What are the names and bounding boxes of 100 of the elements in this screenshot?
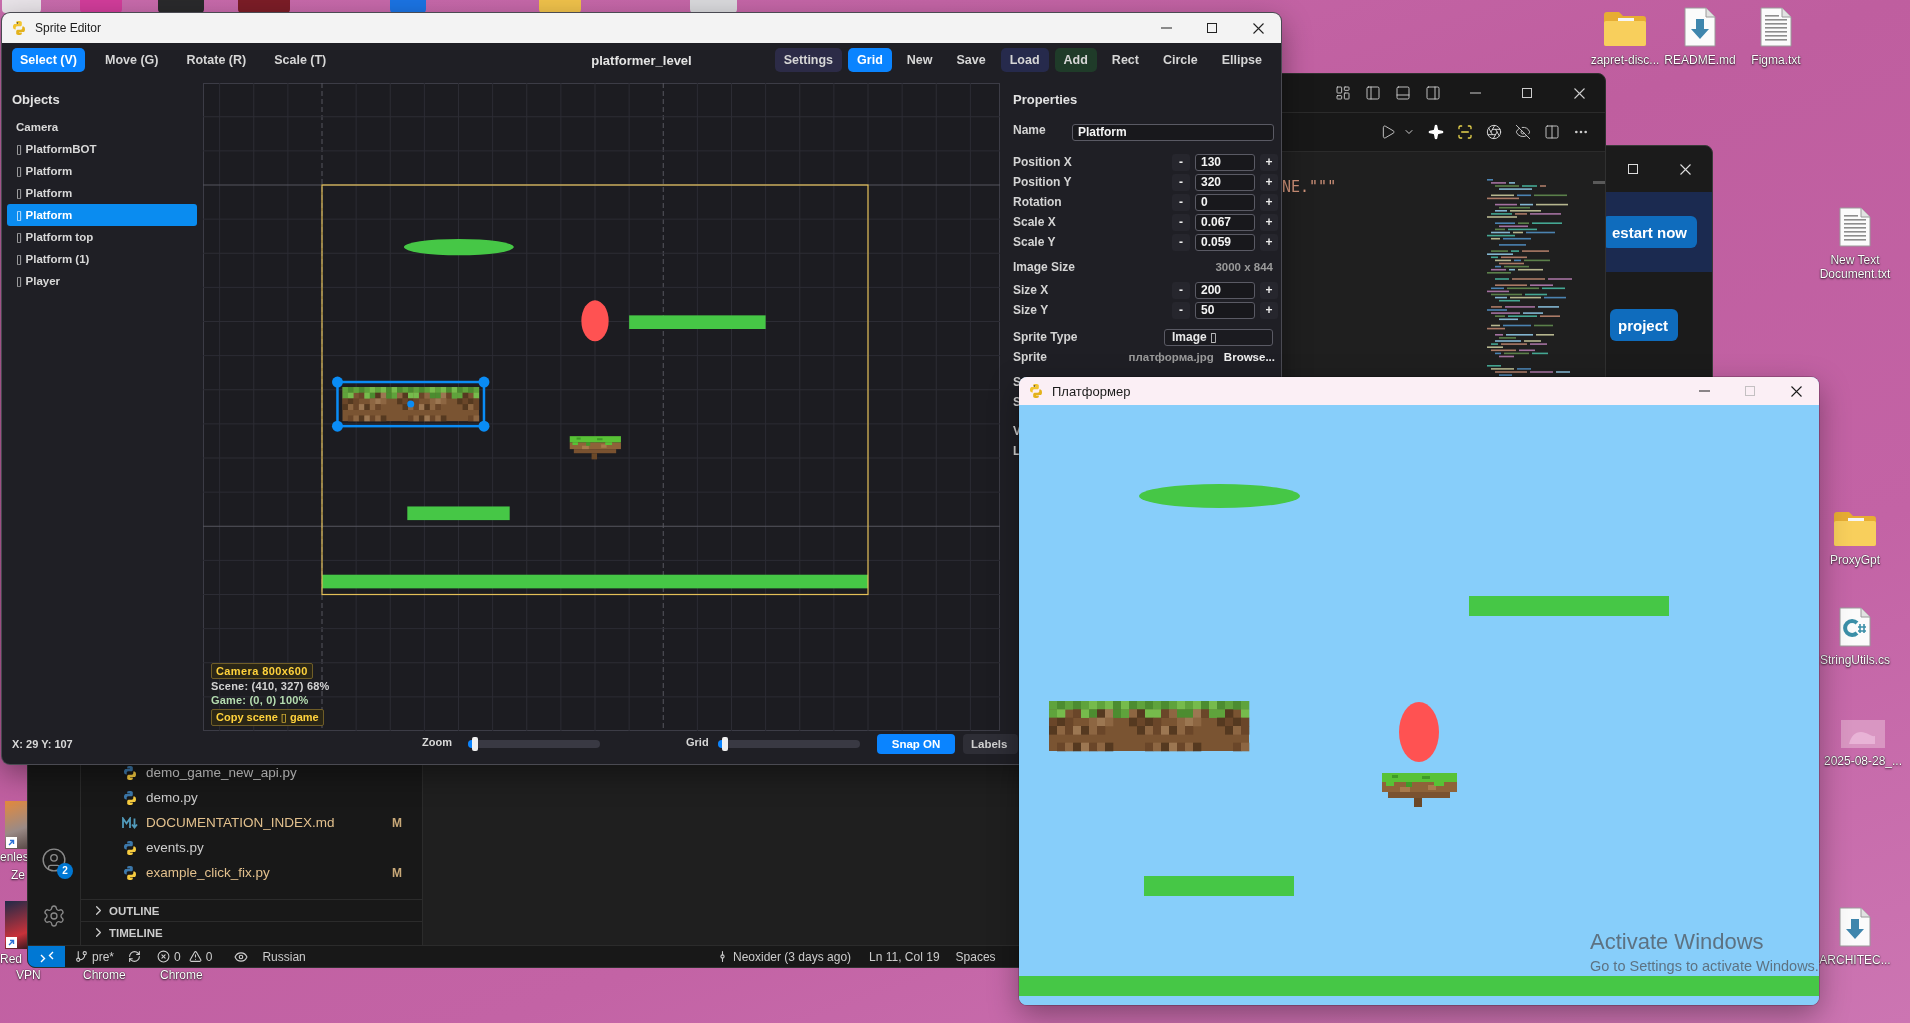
indentation-indicator[interactable]: Spaces: [955, 949, 996, 964]
cursor-position[interactable]: Ln 11, Col 19: [869, 949, 940, 964]
scan-icon[interactable]: [1457, 124, 1473, 140]
decrement-button[interactable]: -: [1172, 153, 1190, 171]
object-item[interactable]: ▯ Platform (1): [7, 248, 197, 270]
decrement-button[interactable]: -: [1172, 213, 1190, 231]
object-item[interactable]: ▯ Platform: [7, 182, 197, 204]
project-button[interactable]: project: [1610, 309, 1678, 341]
file-item[interactable]: events.py: [81, 835, 422, 860]
zoom-slider[interactable]: [468, 737, 600, 751]
text-file-icon[interactable]: [1760, 7, 1792, 47]
number-field[interactable]: 200: [1195, 281, 1255, 299]
decrement-button[interactable]: -: [1172, 281, 1190, 299]
app-icon: [11, 20, 27, 36]
increment-button[interactable]: +: [1260, 213, 1278, 231]
increment-button[interactable]: +: [1260, 193, 1278, 211]
number-field[interactable]: 320: [1195, 173, 1255, 191]
file-item[interactable]: demo_game_new_api.py: [81, 760, 422, 785]
text-file-icon[interactable]: [1839, 207, 1871, 247]
object-item[interactable]: ▯ Platform: [7, 160, 197, 182]
snap-toggle[interactable]: Snap ON: [877, 734, 955, 754]
decrement-button[interactable]: -: [1172, 193, 1190, 211]
toolbar-button[interactable]: Circle: [1153, 48, 1207, 72]
increment-button[interactable]: +: [1260, 153, 1278, 171]
toolbar-button[interactable]: Settings: [774, 48, 843, 72]
file-item[interactable]: DOCUMENTATION_INDEX.md M: [81, 810, 422, 835]
sync-icon[interactable]: [128, 950, 141, 963]
sparkle-icon[interactable]: [1428, 124, 1444, 140]
settings-icon[interactable]: [42, 904, 66, 928]
number-field[interactable]: 130: [1195, 153, 1255, 171]
eye-icon[interactable]: [234, 949, 249, 964]
image-thumbnail[interactable]: [1841, 720, 1885, 748]
increment-button[interactable]: +: [1260, 173, 1278, 191]
run-icon[interactable]: [1380, 124, 1396, 140]
slider-thumb[interactable]: [471, 737, 478, 751]
branch-indicator[interactable]: pre*: [75, 949, 114, 964]
toolbar-button[interactable]: Ellipse: [1212, 48, 1271, 72]
account-icon[interactable]: [41, 847, 67, 873]
decrement-button[interactable]: -: [1172, 301, 1190, 319]
selection-frame[interactable]: [332, 376, 490, 432]
warning-icon: [188, 950, 202, 963]
toolbar-button[interactable]: Add: [1054, 48, 1097, 72]
oval-sprite: [1399, 702, 1439, 762]
increment-button[interactable]: +: [1260, 301, 1278, 319]
panel-bottom-icon[interactable]: [1395, 85, 1411, 101]
layout-icon[interactable]: [1335, 85, 1351, 101]
tool-button[interactable]: Move (G): [96, 48, 167, 72]
slider-thumb[interactable]: [722, 737, 729, 751]
increment-button[interactable]: +: [1260, 281, 1278, 299]
sprite-type-select[interactable]: Image ▯: [1164, 328, 1273, 346]
section-header[interactable]: OUTLINE: [81, 899, 422, 921]
section-header[interactable]: TIMELINE: [81, 921, 422, 943]
object-item[interactable]: ▯ Platform top: [7, 226, 197, 248]
desktop-icon-label: 2025-08-28_...: [1823, 754, 1903, 768]
toolbar-button[interactable]: Grid: [848, 48, 892, 72]
tool-button[interactable]: Rotate (R): [178, 48, 255, 72]
aperture-icon[interactable]: [1486, 124, 1502, 140]
name-field[interactable]: Platform: [1072, 123, 1274, 141]
number-field[interactable]: 0.059: [1195, 233, 1255, 251]
shortcut-arrow-icon: [6, 937, 17, 948]
decrement-button[interactable]: -: [1172, 173, 1190, 191]
csharp-file-icon[interactable]: [1839, 607, 1871, 647]
tool-button[interactable]: Select (V): [12, 48, 85, 72]
download-file-icon[interactable]: [1684, 7, 1716, 47]
problems-indicator[interactable]: 0 0: [157, 949, 213, 964]
number-field[interactable]: 0: [1195, 193, 1255, 211]
panel-left-icon[interactable]: [1365, 85, 1381, 101]
number-field[interactable]: 0.067: [1195, 213, 1255, 231]
file-name: events.py: [146, 840, 204, 855]
language-indicator[interactable]: Russian: [262, 949, 306, 964]
property-label: Rotation: [1013, 195, 1063, 209]
blame-indicator[interactable]: Neoxider (3 days ago): [716, 949, 852, 964]
toolbar-button[interactable]: New: [897, 48, 942, 72]
decrement-button[interactable]: -: [1172, 233, 1190, 251]
browse-button[interactable]: Browse...: [1223, 351, 1275, 363]
file-item[interactable]: example_click_fix.py M: [81, 860, 422, 885]
grid-slider[interactable]: [718, 737, 860, 751]
labels-toggle[interactable]: Labels: [963, 734, 1018, 754]
object-item[interactable]: Camera: [7, 116, 197, 138]
eye-off-icon[interactable]: [1515, 124, 1531, 140]
copy-button[interactable]: Copy scene ▯ game: [211, 709, 324, 726]
panel-right-icon[interactable]: [1425, 85, 1441, 101]
split-editor-icon[interactable]: [1544, 124, 1560, 140]
toolbar-button[interactable]: Save: [947, 48, 995, 72]
python-file-icon: [122, 789, 138, 806]
download-file-icon[interactable]: [1839, 907, 1871, 947]
folder-icon[interactable]: [1603, 11, 1647, 47]
object-item[interactable]: ▯ Player: [7, 270, 197, 292]
scene-canvas[interactable]: Camera 800x600 Scene: (410, 327) 68% Game: (0, 0) 100% Copy scene ▯ game: [203, 83, 1000, 731]
tool-button[interactable]: Scale (T): [266, 48, 335, 72]
toolbar-button[interactable]: Rect: [1102, 48, 1148, 72]
property-label: Position Y: [1013, 175, 1073, 189]
file-name: DOCUMENTATION_INDEX.md: [146, 815, 335, 830]
toolbar-button[interactable]: Load: [1000, 48, 1049, 72]
number-field[interactable]: 50: [1195, 301, 1255, 319]
increment-button[interactable]: +: [1260, 233, 1278, 251]
property-label: L: [1013, 444, 1021, 458]
file-item[interactable]: demo.py: [81, 785, 422, 810]
object-item[interactable]: ▯ PlatformBOT: [7, 138, 197, 160]
folder-icon[interactable]: [1833, 511, 1877, 547]
